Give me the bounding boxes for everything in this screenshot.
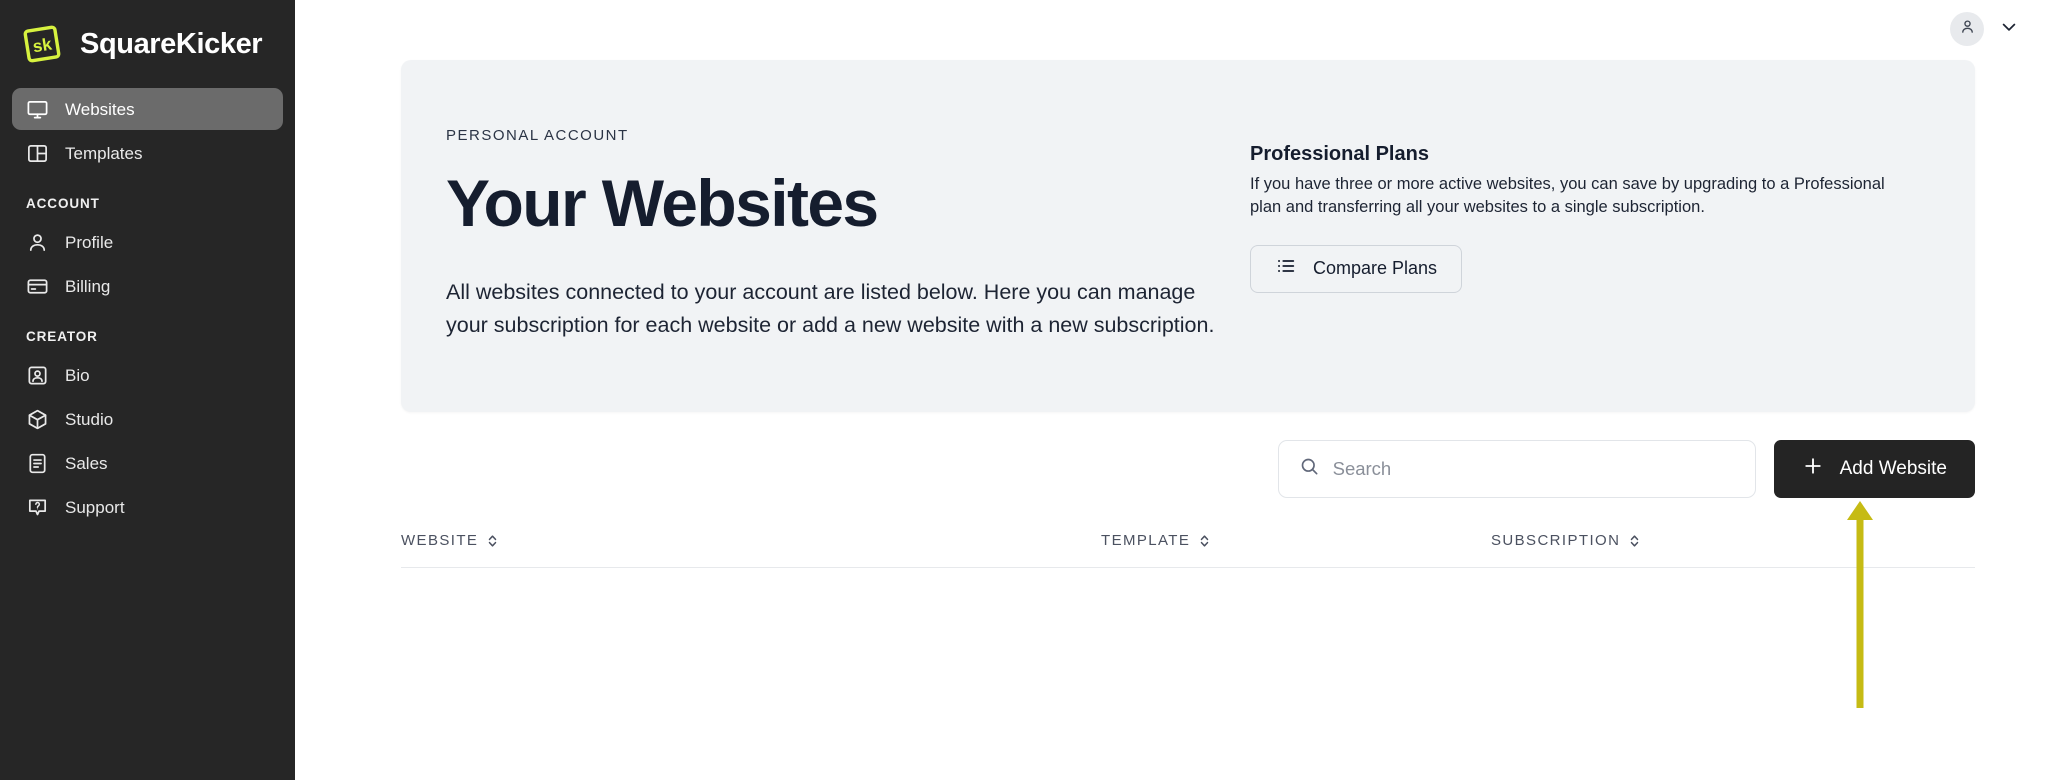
question-bubble-icon — [26, 496, 49, 519]
user-icon — [26, 231, 49, 254]
compare-plans-button[interactable]: Compare Plans — [1250, 244, 1463, 293]
column-header-label: SUBSCRIPTION — [1491, 532, 1621, 549]
plans-description: If you have three or more active website… — [1250, 175, 1885, 216]
sidebar-item-label: Bio — [65, 365, 90, 385]
search-input[interactable] — [1332, 458, 1735, 480]
account-menu-toggle[interactable] — [1998, 18, 2020, 40]
column-header-label: TEMPLATE — [1101, 532, 1191, 549]
sort-icon — [486, 534, 499, 548]
svg-text:sk: sk — [31, 35, 53, 57]
sidebar-item-label: Sales — [65, 453, 108, 473]
list-icon — [1275, 255, 1297, 282]
sidebar-item-studio[interactable]: Studio — [12, 398, 283, 440]
add-website-label: Add Website — [1839, 458, 1947, 479]
sidebar-item-label: Websites — [65, 99, 135, 119]
column-header-website[interactable]: WEBSITE — [401, 532, 1101, 549]
sidebar-item-label: Profile — [65, 232, 114, 252]
credit-card-icon — [26, 275, 49, 298]
sidebar-item-profile[interactable]: Profile — [12, 221, 283, 263]
chevron-down-icon — [1999, 17, 2019, 42]
search-field[interactable] — [1277, 440, 1756, 498]
app-root: sk SquareKicker Websites Templates ACCOU… — [0, 0, 2048, 780]
user-avatar-icon — [1959, 18, 1976, 40]
cube-icon — [26, 408, 49, 431]
sidebar-item-label: Studio — [65, 409, 114, 429]
sort-icon — [1628, 534, 1641, 548]
page-description: All websites connected to your account a… — [446, 280, 1215, 338]
sidebar-item-bio[interactable]: Bio — [12, 354, 283, 396]
websites-table: WEBSITE TEMPLATE SUBSCRIPTION — [401, 532, 1975, 728]
sidebar-group-creator: CREATOR Bio Studio Sales Support — [12, 311, 283, 528]
layout-icon — [26, 142, 49, 165]
avatar[interactable] — [1950, 12, 1984, 46]
sidebar-group-title: CREATOR — [26, 329, 98, 344]
sidebar-item-support[interactable]: Support — [12, 486, 283, 528]
sidebar-item-sales[interactable]: Sales — [12, 442, 283, 484]
professional-plans-panel: Professional Plans If you have three or … — [1250, 125, 1890, 412]
plans-title: Professional Plans — [1250, 143, 1429, 165]
sidebar-item-websites[interactable]: Websites — [12, 88, 283, 130]
squarekicker-logo-icon: sk — [18, 20, 66, 68]
sidebar-group-account: ACCOUNT Profile Billing — [12, 178, 283, 307]
id-card-icon — [26, 364, 49, 387]
monitor-icon — [26, 98, 49, 121]
brand-name: SquareKicker — [80, 27, 263, 60]
sidebar-item-label: Billing — [65, 276, 111, 296]
column-header-subscription[interactable]: SUBSCRIPTION — [1491, 532, 1891, 549]
table-toolbar: Add Website — [401, 440, 1975, 498]
account-type-eyebrow: PERSONAL ACCOUNT — [446, 127, 629, 144]
plus-icon — [1802, 455, 1824, 483]
table-header-row: WEBSITE TEMPLATE SUBSCRIPTION — [401, 532, 1975, 568]
document-icon — [26, 452, 49, 475]
page-title: Your Websites — [446, 166, 879, 240]
add-website-button[interactable]: Add Website — [1773, 440, 1975, 498]
sidebar-item-templates[interactable]: Templates — [12, 132, 283, 174]
compare-plans-label: Compare Plans — [1313, 258, 1438, 279]
sidebar-item-billing[interactable]: Billing — [12, 265, 283, 307]
topbar — [295, 0, 2048, 58]
search-icon — [1299, 456, 1320, 482]
hero-card: PERSONAL ACCOUNT Your Websites All websi… — [401, 60, 1975, 412]
main-content: PERSONAL ACCOUNT Your Websites All websi… — [295, 0, 2048, 780]
sidebar-item-label: Templates — [65, 143, 143, 163]
sidebar-item-label: Support — [65, 497, 125, 517]
sidebar: sk SquareKicker Websites Templates ACCOU… — [0, 0, 295, 780]
sort-icon — [1198, 534, 1211, 548]
sidebar-nav: Websites Templates ACCOUNT Profile Billi… — [0, 72, 295, 528]
column-header-label: WEBSITE — [401, 532, 479, 549]
table-body — [401, 568, 1975, 728]
brand-logo[interactable]: sk SquareKicker — [0, 0, 295, 72]
sidebar-group-title: ACCOUNT — [26, 196, 100, 211]
hero-left: PERSONAL ACCOUNT Your Websites All websi… — [446, 125, 1236, 412]
column-header-template[interactable]: TEMPLATE — [1101, 532, 1491, 549]
